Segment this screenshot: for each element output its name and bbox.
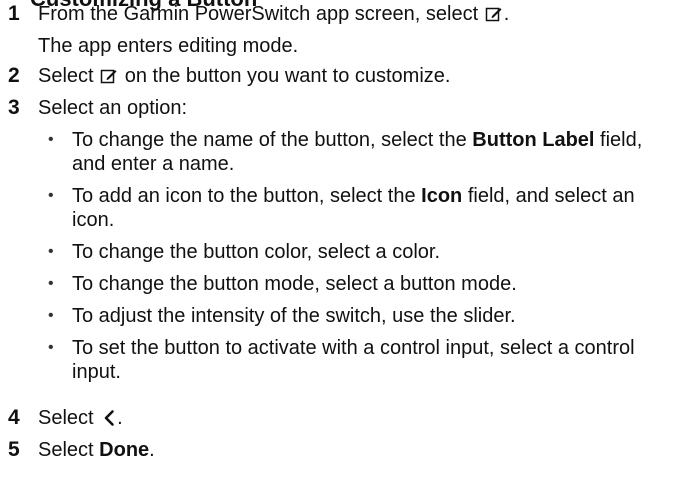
step-ui-term: Done xyxy=(99,439,150,461)
bullet: • xyxy=(48,275,54,292)
step-text-part: Select xyxy=(38,407,100,429)
step-text: Select an option: xyxy=(38,97,187,119)
step-number: 3 xyxy=(8,96,20,119)
bullet: • xyxy=(48,131,54,148)
bullet: • xyxy=(48,187,54,204)
step-text: Select on the button you want to customi… xyxy=(38,64,450,88)
step-text-part: From the Garmin PowerSwitch app screen, … xyxy=(38,3,484,25)
step-text-part: Select xyxy=(38,65,100,87)
step-number: 5 xyxy=(8,438,20,461)
step-number: 4 xyxy=(8,406,20,429)
edit-icon xyxy=(100,69,117,84)
step-text-part: Select xyxy=(38,439,100,461)
edit-icon xyxy=(485,7,502,22)
bullet: • xyxy=(48,243,54,260)
step-text-part: . xyxy=(117,407,123,429)
option-text: To adjust the intensity of the switch, u… xyxy=(72,305,516,327)
bullet: • xyxy=(48,307,54,324)
option-text: To add an icon to the button, select the… xyxy=(72,184,652,232)
bullet: • xyxy=(48,339,54,356)
step-text-part: . xyxy=(149,439,155,461)
option-text: To set the button to activate with a con… xyxy=(72,337,635,383)
step-text: Select . xyxy=(38,406,123,430)
option-text-part: To change the name of the button, select… xyxy=(72,129,473,151)
option-ui-term: Button Label xyxy=(472,129,595,151)
step-text-part: on the button you want to customize. xyxy=(119,65,451,87)
step-result: The app enters editing mode. xyxy=(38,35,299,57)
step-number: 2 xyxy=(8,64,20,87)
option-text: To change the name of the button, select… xyxy=(72,128,652,176)
step-number: 1 xyxy=(8,2,20,25)
chevron-left-icon xyxy=(104,410,114,426)
option-ui-term: Icon xyxy=(421,185,463,207)
option-text-part: To add an icon to the button, select the xyxy=(72,185,422,207)
option-text: To change the button color, select a col… xyxy=(72,241,441,263)
option-text: To change the button mode, select a butt… xyxy=(72,273,517,295)
step-text-part: . xyxy=(503,3,510,25)
step-text: From the Garmin PowerSwitch app screen, … xyxy=(38,2,509,26)
step-text: Select Done. xyxy=(38,438,155,462)
